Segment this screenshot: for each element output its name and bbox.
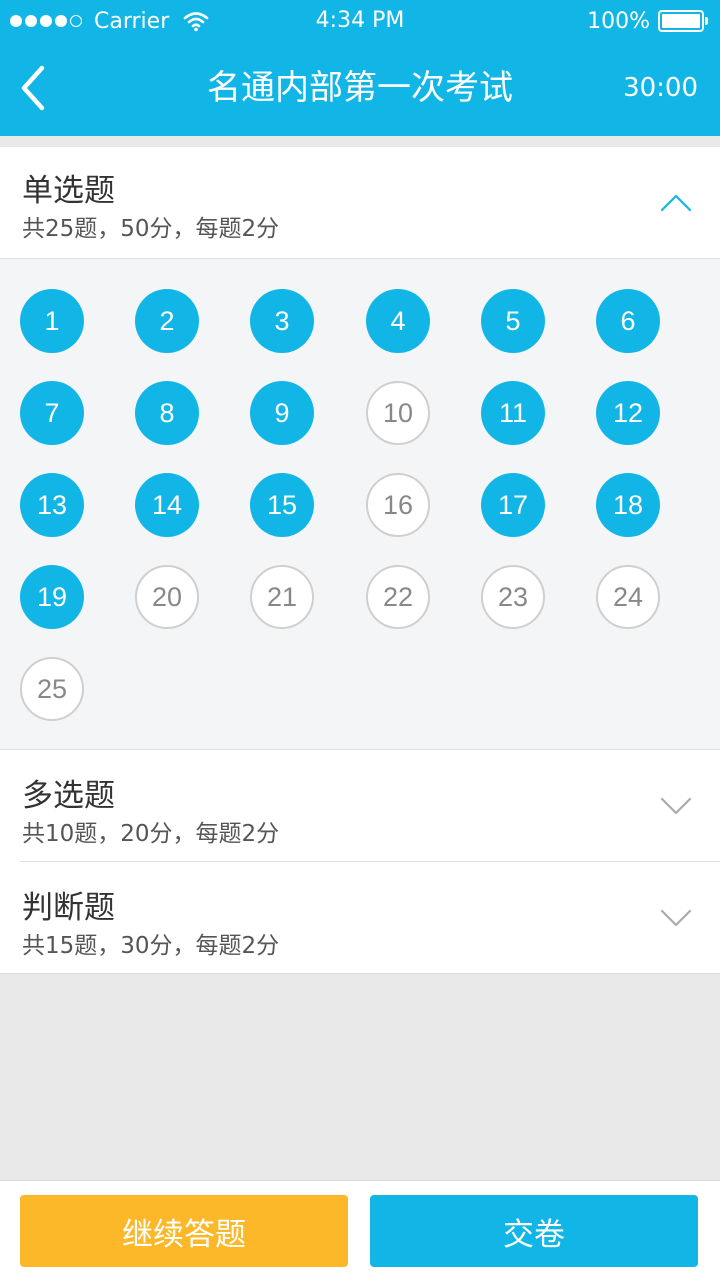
section-single-choice[interactable]: 单选题 共25题，50分，每题2分 — [0, 147, 720, 258]
section-subtitle: 共10题，20分，每题2分 — [22, 821, 280, 847]
section-multiple-choice[interactable]: 多选题 共10题，20分，每题2分 — [0, 750, 720, 862]
status-bar: Carrier 4:34 PM 100% — [0, 0, 720, 40]
question-number-button[interactable]: 3 — [250, 289, 314, 353]
question-number-button[interactable]: 9 — [250, 381, 314, 445]
question-number-button[interactable]: 6 — [596, 289, 660, 353]
battery-tip — [705, 17, 708, 25]
question-number-button[interactable]: 10 — [366, 381, 430, 445]
question-number-button[interactable]: 25 — [20, 657, 84, 721]
question-number-button[interactable]: 8 — [135, 381, 199, 445]
question-number-button[interactable]: 16 — [366, 473, 430, 537]
question-number-button[interactable]: 15 — [250, 473, 314, 537]
nav-bar: 名通内部第一次考试 30:00 — [0, 40, 720, 136]
question-number-button[interactable]: 18 — [596, 473, 660, 537]
bottom-action-bar: 继续答题 交卷 — [0, 1180, 720, 1280]
question-number-button[interactable]: 12 — [596, 381, 660, 445]
section-subtitle: 共25题，50分，每题2分 — [22, 216, 280, 242]
continue-answering-button[interactable]: 继续答题 — [20, 1195, 348, 1267]
question-grid: 1 2 3 4 5 6 7 8 9 10 11 12 13 14 15 16 17 18 19 20 21 22 23 24 2… — [0, 258, 720, 750]
submit-exam-button[interactable]: 交卷 — [370, 1195, 698, 1267]
question-number-button[interactable]: 17 — [481, 473, 545, 537]
question-number-button[interactable]: 23 — [481, 565, 545, 629]
section-title: 单选题 — [22, 173, 115, 209]
section-subtitle: 共15题，30分，每题2分 — [22, 933, 280, 959]
section-title: 多选题 — [22, 778, 115, 814]
exam-timer: 30:00 — [623, 73, 698, 103]
question-number-button[interactable]: 14 — [135, 473, 199, 537]
battery-status: 100% — [587, 6, 708, 36]
question-number-button[interactable]: 1 — [20, 289, 84, 353]
question-number-button[interactable]: 4 — [366, 289, 430, 353]
question-number-button[interactable]: 22 — [366, 565, 430, 629]
app-header: Carrier 4:34 PM 100% 名通内部第一次考试 30:00 — [0, 0, 720, 136]
question-number-button[interactable]: 19 — [20, 565, 84, 629]
chevron-down-icon[interactable] — [660, 796, 692, 816]
page-title: 名通内部第一次考试 — [207, 68, 513, 108]
question-number-button[interactable]: 2 — [135, 289, 199, 353]
chevron-down-icon[interactable] — [660, 908, 692, 928]
chevron-up-icon[interactable] — [660, 193, 692, 213]
battery-percent: 100% — [587, 8, 650, 34]
question-number-button[interactable]: 24 — [596, 565, 660, 629]
question-number-button[interactable]: 7 — [20, 381, 84, 445]
question-number-button[interactable]: 21 — [250, 565, 314, 629]
question-number-button[interactable]: 13 — [20, 473, 84, 537]
question-number-button[interactable]: 20 — [135, 565, 199, 629]
question-number-button[interactable]: 5 — [481, 289, 545, 353]
section-true-false[interactable]: 判断题 共15题，30分，每题2分 — [0, 862, 720, 974]
question-number-button[interactable]: 11 — [481, 381, 545, 445]
battery-icon — [658, 10, 704, 32]
section-title: 判断题 — [22, 890, 115, 926]
